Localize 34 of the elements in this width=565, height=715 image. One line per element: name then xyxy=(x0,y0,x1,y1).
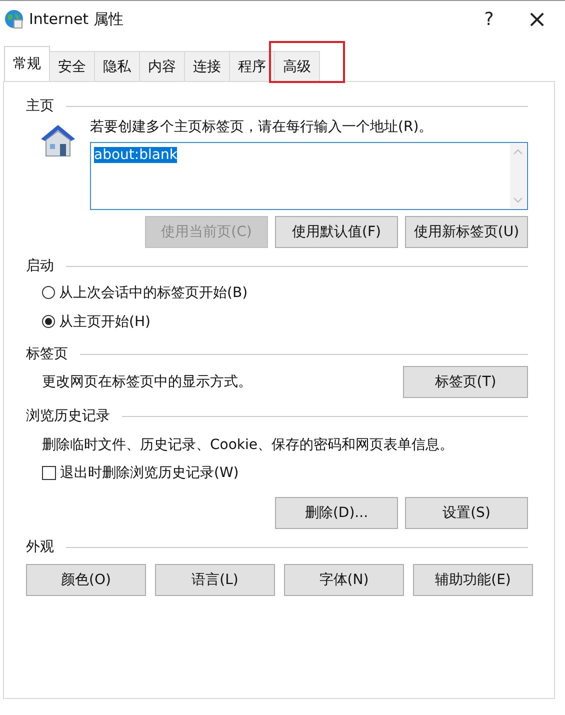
dialog-button[interactable]: 标签页(T) xyxy=(403,366,528,398)
section-heading: 外观 xyxy=(26,538,54,556)
dialog-button[interactable]: 使用新标签页(U) xyxy=(405,216,528,248)
tab[interactable]: 安全 xyxy=(49,51,95,81)
dialog-button[interactable]: 字体(N) xyxy=(284,564,404,596)
address-field[interactable]: about:blank xyxy=(90,142,528,210)
help-button[interactable]: ? xyxy=(465,4,513,34)
dialog-button[interactable]: 语言(L) xyxy=(155,564,275,596)
radio-option[interactable]: 从上次会话中的标签页开始(B) xyxy=(42,278,528,307)
tab[interactable]: 连接 xyxy=(184,51,230,81)
section-heading: 启动 xyxy=(26,257,54,275)
home-hint: 若要创建多个主页标签页，请在每行输入一个地址(R)。 xyxy=(90,118,434,136)
tab[interactable]: 内容 xyxy=(139,51,185,81)
section-heading: 标签页 xyxy=(26,345,68,363)
window-title: Internet 属性 xyxy=(29,10,124,28)
tab[interactable]: 隐私 xyxy=(94,51,140,81)
globe-icon xyxy=(4,9,24,29)
close-button[interactable]: × xyxy=(513,4,561,34)
section-heading: 浏览历史记录 xyxy=(26,407,110,425)
tabs-description: 更改网页在标签页中的显示方式。 xyxy=(42,373,252,391)
dialog-button[interactable]: 颜色(O) xyxy=(26,564,146,596)
checkbox-option[interactable]: 退出时删除浏览历史记录(W) xyxy=(42,458,528,487)
tab[interactable]: 程序 xyxy=(229,51,275,81)
dialog-button[interactable]: 辅助功能(E) xyxy=(413,564,533,596)
history-description: 删除临时文件、历史记录、Cookie、保存的密码和网页表单信息。 xyxy=(42,436,455,454)
section-heading: 主页 xyxy=(26,97,54,115)
dialog-button[interactable]: 设置(S) xyxy=(405,497,528,529)
tab[interactable]: 高级 xyxy=(274,51,320,81)
scroll-down-icon[interactable] xyxy=(513,197,523,203)
dialog-button[interactable]: 使用默认值(F) xyxy=(275,216,398,248)
radio-option[interactable]: 从主页开始(H) xyxy=(42,307,528,336)
scroll-up-icon[interactable] xyxy=(513,149,523,155)
tab[interactable]: 常规 xyxy=(4,46,50,81)
dialog-button[interactable]: 删除(D)... xyxy=(275,497,398,529)
